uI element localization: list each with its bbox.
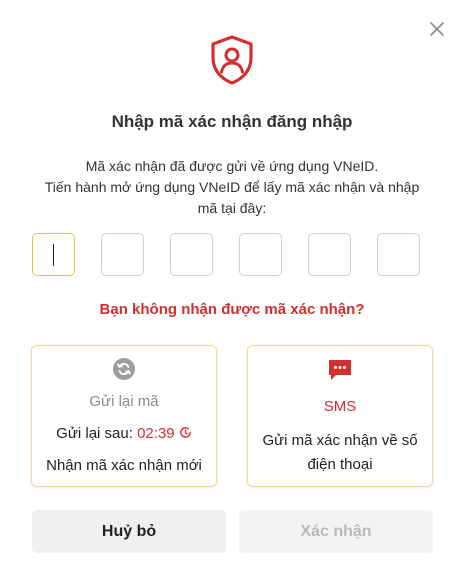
clock-icon: [179, 427, 191, 438]
cancel-button[interactable]: Huỷ bỏ: [32, 510, 226, 553]
otp-input-group: [32, 233, 420, 276]
sms-description: Gửi mã xác nhận về số điện thoại: [262, 432, 418, 473]
otp-digit-6[interactable]: [377, 233, 420, 276]
sms-icon: [329, 360, 351, 380]
shield-user-icon: [211, 35, 253, 85]
otp-dialog: Nhập mã xác nhận đăng nhập Mã xác nhận đ…: [0, 0, 464, 578]
confirm-button[interactable]: Xác nhận: [239, 510, 433, 553]
countdown-time: 02:39: [137, 425, 175, 442]
dialog-description: Mã xác nhận đã được gửi về ứng dụng VNeI…: [40, 156, 424, 219]
no-code-prompt: Bạn không nhận được mã xác nhận?: [99, 301, 365, 318]
description-line: mã tại đây:: [197, 200, 267, 216]
resend-label: Gửi lại mã: [89, 393, 159, 410]
resend-description: Nhận mã xác nhận mới: [46, 457, 202, 474]
countdown-label: Gửi lại sau:: [56, 425, 133, 442]
otp-digit-2[interactable]: [101, 233, 144, 276]
sms-label: SMS: [323, 398, 357, 415]
description-line: Mã xác nhận đã được gửi về ứng dụng VNeI…: [85, 158, 379, 174]
sms-option-card[interactable]: SMS Gửi mã xác nhận về số điện thoại: [247, 345, 433, 487]
otp-digit-1[interactable]: [32, 233, 75, 276]
description-line: Tiến hành mở ứng dụng VNeID để lấy mã xá…: [44, 179, 420, 195]
resend-countdown: Gửi lại sau: 02:39: [32, 425, 216, 442]
otp-digit-3[interactable]: [170, 233, 213, 276]
close-icon[interactable]: [428, 20, 446, 38]
otp-digit-5[interactable]: [308, 233, 351, 276]
refresh-icon: [113, 358, 135, 380]
otp-digit-4[interactable]: [239, 233, 282, 276]
resend-code-card[interactable]: Gửi lại mã Gửi lại sau: 02:39 Nhận mã xá…: [31, 345, 217, 487]
dialog-title: Nhập mã xác nhận đăng nhập: [111, 112, 353, 131]
